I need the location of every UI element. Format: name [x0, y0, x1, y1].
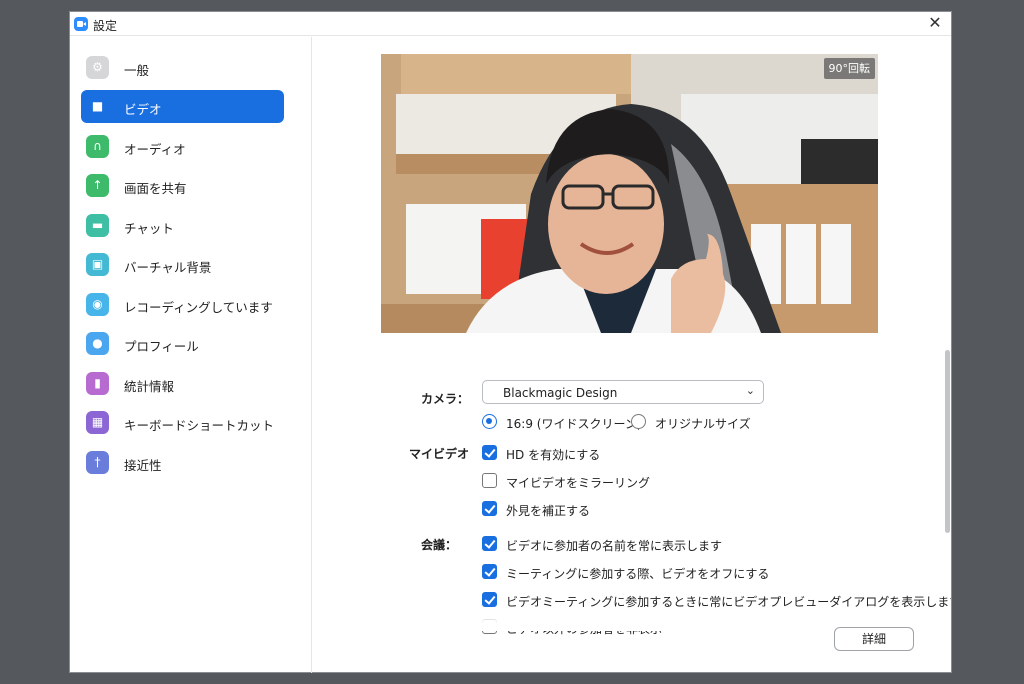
sidebar-item-label: 統計情報	[124, 379, 175, 394]
sidebar-item-recording[interactable]: ◉ レコーディングしています	[81, 288, 284, 321]
headphones-icon: ∩	[86, 135, 109, 158]
checkbox-enable-hd[interactable]	[482, 445, 497, 460]
sidebar-item-accessibility[interactable]: † 接近性	[81, 446, 284, 479]
sidebar-item-share-screen[interactable]: ↑ 画面を共有	[81, 169, 284, 202]
close-button[interactable]: ✕	[927, 15, 943, 31]
sidebar-item-label: プロフィール	[124, 339, 199, 354]
zoom-app-icon	[74, 17, 88, 31]
chevron-down-icon: ⌄	[745, 384, 755, 397]
advanced-button[interactable]: 詳細	[834, 627, 914, 651]
touch-up-label: 外見を補正する	[506, 504, 591, 518]
share-screen-icon: ↑	[86, 174, 109, 197]
sidebar-item-label: チャット	[124, 221, 174, 236]
sidebar-item-label: 接近性	[124, 458, 162, 473]
rotate-90-button[interactable]: 90°回転	[823, 58, 875, 79]
sidebar-item-label: ビデオ	[124, 102, 162, 117]
radio-16-9[interactable]	[482, 414, 497, 429]
profile-icon: ●	[86, 332, 109, 355]
sidebar-item-statistics[interactable]: ▮ 統計情報	[81, 367, 284, 400]
sidebar-item-label: レコーディングしています	[124, 300, 273, 315]
sidebar-item-video[interactable]: ■ ビデオ	[81, 90, 284, 123]
checkbox-show-names[interactable]	[482, 536, 497, 551]
statistics-icon: ▮	[86, 372, 109, 395]
show-names-label: ビデオに参加者の名前を常に表示します	[506, 539, 723, 553]
camera-preview-image	[381, 54, 878, 333]
title-bar: 設定 ✕	[70, 12, 951, 36]
video-camera-icon: ■	[91, 99, 104, 113]
sidebar-item-label: 一般	[124, 63, 150, 78]
sidebar-item-label: 画面を共有	[124, 181, 187, 196]
keyboard-icon: ▦	[86, 411, 109, 434]
video-off-on-join-label: ミーティングに参加する際、ビデオをオフにする	[506, 567, 770, 581]
sidebar-item-label: バーチャル背景	[124, 260, 212, 275]
radio-original-size-label: オリジナルサイズ	[655, 417, 751, 431]
settings-sidebar: ⚙ 一般 ■ ビデオ ∩ オーディオ ↑ 画面を共有 ▬ チャット ▣ バーチャ…	[70, 37, 312, 673]
checkbox-mirror-video[interactable]	[482, 473, 497, 488]
sidebar-item-chat[interactable]: ▬ チャット	[81, 209, 284, 242]
virtual-background-icon: ▣	[86, 253, 109, 276]
sidebar-item-audio[interactable]: ∩ オーディオ	[81, 130, 284, 163]
chat-bubble-icon: ▬	[86, 214, 109, 237]
video-settings-panel: 90°回転 カメラ： Blackmagic Design ⌄ 16:9 (ワイド…	[313, 37, 951, 673]
mirror-video-label: マイビデオをミラーリング	[506, 476, 651, 490]
meeting-label: 会議：	[421, 538, 458, 552]
camera-preview: 90°回転	[381, 54, 878, 333]
enable-hd-label: HD を有効にする	[506, 448, 601, 462]
accessibility-icon: †	[86, 451, 109, 474]
radio-16-9-label: 16:9 (ワイドスクリーン)	[506, 417, 642, 431]
my-video-label: マイビデオ	[409, 447, 470, 461]
window-title: 設定	[93, 19, 118, 33]
checkbox-video-off-on-join[interactable]	[482, 564, 497, 579]
settings-window: 設定 ✕ ⚙ 一般 ■ ビデオ ∩ オーディオ ↑ 画面を共有 ▬ チャット ▣…	[69, 11, 952, 673]
sidebar-item-profile[interactable]: ● プロフィール	[81, 327, 284, 360]
sidebar-item-virtual-background[interactable]: ▣ バーチャル背景	[81, 248, 284, 281]
vertical-scrollbar[interactable]	[945, 350, 950, 533]
gear-icon: ⚙	[86, 56, 109, 79]
camera-select-value: Blackmagic Design	[503, 386, 618, 400]
camera-label: カメラ：	[421, 392, 470, 406]
checkbox-preview-dialog[interactable]	[482, 592, 497, 607]
sidebar-item-label: キーボードショートカット	[124, 418, 275, 433]
camera-select[interactable]: Blackmagic Design ⌄	[482, 380, 764, 404]
record-icon: ◉	[86, 293, 109, 316]
checkbox-touch-up[interactable]	[482, 501, 497, 516]
radio-original-size[interactable]	[631, 414, 646, 429]
sidebar-item-general[interactable]: ⚙ 一般	[81, 51, 284, 84]
sidebar-item-keyboard-shortcuts[interactable]: ▦ キーボードショートカット	[81, 406, 284, 439]
sidebar-item-label: オーディオ	[124, 142, 186, 157]
